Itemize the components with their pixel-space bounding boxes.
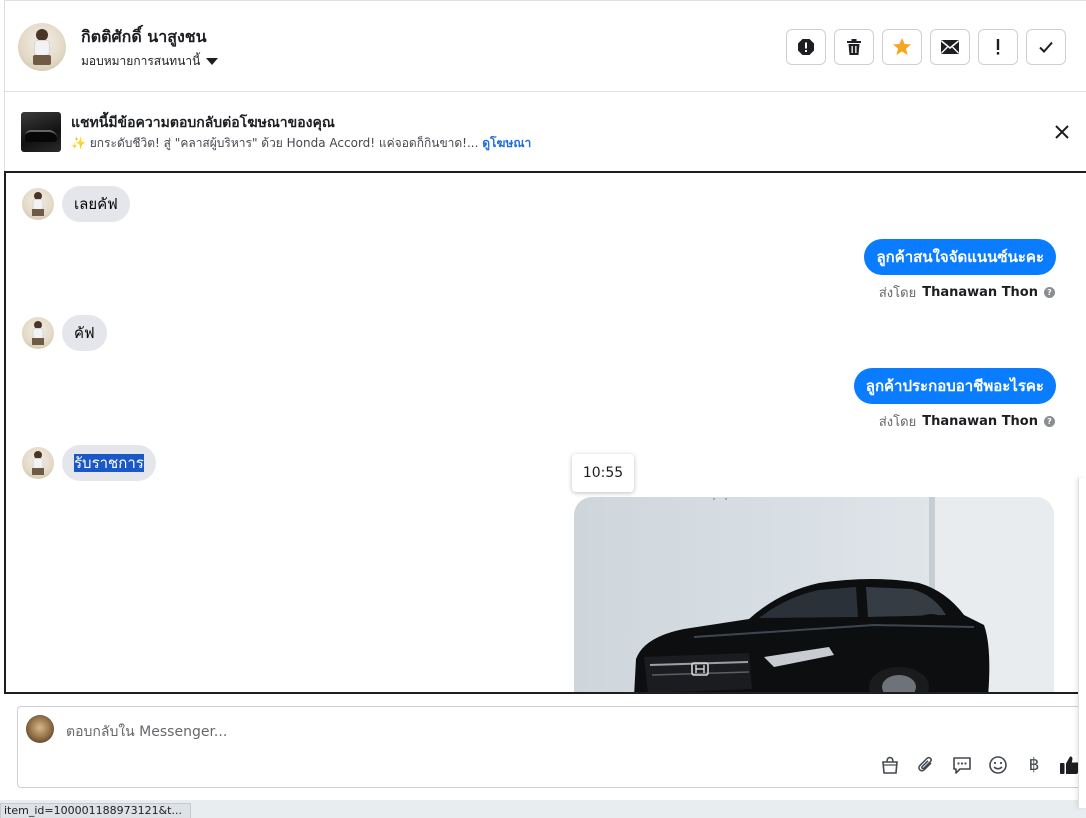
sender-name: Thanawan Thon [922, 285, 1038, 300]
star-icon [893, 38, 911, 55]
contact-avatar-small[interactable] [22, 317, 54, 349]
outgoing-message-bubble[interactable]: ลูกค้าสนใจจัดแนนซ์นะคะ [864, 239, 1056, 275]
assign-label: มอบหมายการสนทนานี้ [81, 54, 201, 68]
ad-banner-title: แชทนี้มีข้อความตอบกลับต่อโฆษณาของคุณ [71, 115, 335, 131]
baht-icon: ฿ [1028, 755, 1040, 775]
timestamp-tooltip: 10:55 [572, 454, 634, 492]
ad-reply-banner: แชทนี้มีข้อความตอบกลับต่อโฆษณาของคุณ ✨ ย… [4, 92, 1086, 172]
outgoing-message-bubble[interactable]: ลูกค้าประกอบอาชีพอะไรคะ [853, 368, 1056, 404]
help-icon[interactable]: ? [1044, 416, 1055, 427]
exclamation-icon [996, 39, 1000, 55]
ad-description-text: ✨ ยกระดับชีวิต! สู่ "คลาสผู้บริหาร" ด้วย… [71, 136, 479, 150]
help-icon[interactable]: ? [1044, 287, 1055, 298]
sent-by-prefix: ส่งโดย [878, 286, 917, 301]
message-row-incoming: เลยคัฟ [22, 186, 130, 222]
mark-done-button[interactable] [1026, 29, 1066, 65]
checkmark-icon [1039, 41, 1053, 53]
sent-by-prefix: ส่งโดย [878, 415, 917, 430]
report-spam-button[interactable] [786, 29, 826, 65]
sent-by-label: ส่งโดย Thanawan Thon ? [879, 411, 1055, 432]
sender-name: Thanawan Thon [922, 414, 1038, 429]
car-image-attachment[interactable] [574, 497, 1054, 692]
incoming-message-bubble[interactable]: คัฟ [62, 315, 107, 351]
report-spam-icon [798, 39, 814, 55]
message-row-incoming: คัฟ [22, 315, 107, 351]
delete-button[interactable] [834, 29, 874, 65]
assign-conversation-dropdown[interactable]: มอบหมายการสนทนานี้ [81, 52, 219, 71]
selected-message-text: รับราชการ [74, 454, 144, 472]
paperclip-icon [918, 756, 932, 772]
incoming-message-bubble[interactable]: รับราชการ [62, 445, 156, 481]
ad-banner-description: ✨ ยกระดับชีวิต! สู่ "คลาสผู้บริหาร" ด้วย… [71, 134, 531, 153]
shopping-bag-button[interactable] [878, 753, 902, 777]
view-ad-link[interactable]: ดูโฆษณา [482, 136, 531, 150]
honda-accord-photo [634, 497, 1054, 692]
side-panel-edge [1078, 478, 1086, 808]
emoji-icon [989, 756, 1007, 774]
reply-composer: ตอบกลับใน Messenger... ฿ [17, 706, 1086, 788]
saved-replies-icon [953, 757, 971, 774]
contact-avatar[interactable] [18, 23, 66, 71]
page-avatar [26, 715, 54, 743]
star-button[interactable] [882, 29, 922, 65]
reply-input[interactable]: ตอบกลับใน Messenger... [66, 721, 227, 743]
mark-unread-button[interactable] [930, 29, 970, 65]
caret-down-icon [206, 58, 219, 65]
sent-by-label: ส่งโดย Thanawan Thon ? [879, 282, 1055, 303]
contact-avatar-small[interactable] [22, 188, 54, 220]
emoji-button[interactable] [986, 753, 1010, 777]
follow-up-button[interactable] [978, 29, 1018, 65]
ad-thumbnail[interactable] [21, 112, 61, 152]
browser-status-url: item_id=100001188973121&t... [0, 803, 191, 818]
incoming-message-bubble[interactable]: เลยคัฟ [62, 186, 130, 222]
contact-name: กิตติศักดิ์ นาสูงชน [81, 27, 207, 46]
contact-avatar-small[interactable] [22, 447, 54, 479]
payment-button[interactable]: ฿ [1022, 753, 1046, 777]
conversation-header: กิตติศักดิ์ นาสูงชน มอบหมายการสนทนานี้ [4, 0, 1086, 92]
message-thread[interactable]: เลยคัฟ ลูกค้าสนใจจัดแนนซ์นะคะ ส่งโดย Tha… [4, 171, 1086, 694]
shopping-bag-icon [882, 756, 898, 774]
message-row-incoming: รับราชการ [22, 445, 156, 481]
close-icon[interactable] [1054, 124, 1070, 140]
saved-replies-button[interactable] [950, 753, 974, 777]
trash-icon [847, 39, 861, 55]
envelope-icon [940, 40, 960, 54]
attach-file-button[interactable] [914, 753, 938, 777]
